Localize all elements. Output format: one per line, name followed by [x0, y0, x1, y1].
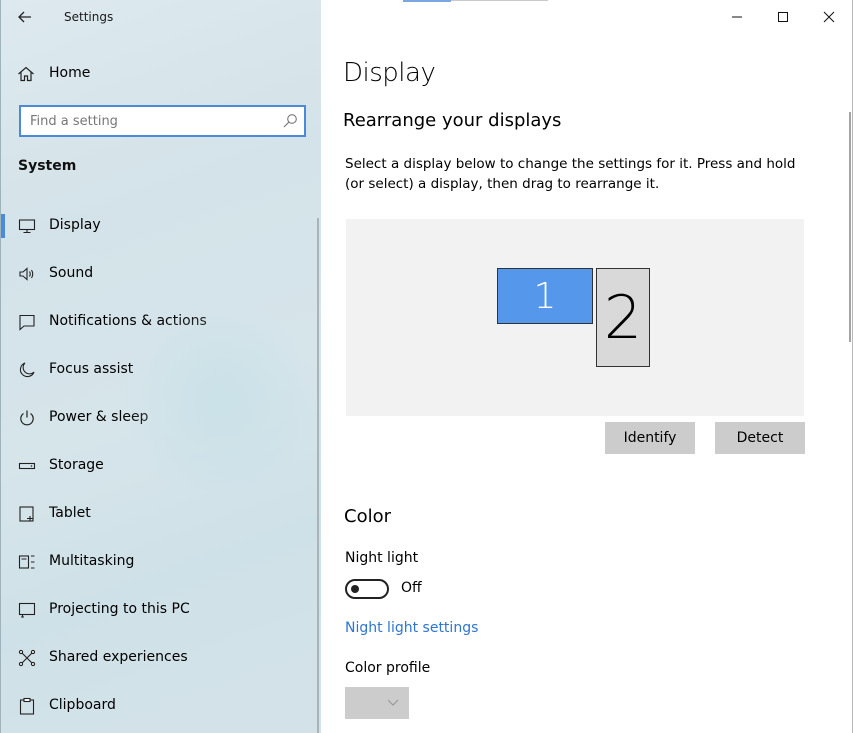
- color-section-title: Color: [344, 506, 391, 527]
- storage-icon: [18, 462, 36, 470]
- moon-icon: [19, 362, 35, 378]
- monitor-2[interactable]: 2: [596, 268, 650, 367]
- maximize-icon: [778, 12, 788, 22]
- app-title: Settings: [64, 10, 114, 24]
- minimize-icon: [732, 16, 742, 18]
- rearrange-title: Rearrange your displays: [343, 110, 562, 131]
- main-content: Display Rearrange your displays Select a…: [321, 0, 853, 733]
- sidebar-item-label: Focus assist: [49, 361, 134, 377]
- sidebar-item-power-sleep[interactable]: Power & sleep: [1, 394, 317, 442]
- night-light-toggle[interactable]: [345, 579, 389, 599]
- night-light-settings-link[interactable]: Night light settings: [345, 620, 478, 636]
- search-box[interactable]: [19, 105, 306, 137]
- maximize-button[interactable]: [760, 0, 806, 34]
- minimize-button[interactable]: [714, 0, 760, 34]
- close-icon: [823, 11, 835, 23]
- sidebar-item-projecting[interactable]: Projecting to this PC: [1, 586, 317, 634]
- sidebar-item-multitasking[interactable]: Multitasking: [1, 538, 317, 586]
- shared-icon: [18, 649, 36, 667]
- sidebar-item-display[interactable]: Display: [1, 202, 317, 250]
- rearrange-description: Select a display below to change the set…: [345, 156, 796, 192]
- monitor-1[interactable]: 1: [497, 268, 593, 324]
- titlebar-left: Settings: [1, 0, 322, 36]
- night-light-label: Night light: [345, 550, 419, 566]
- display-arrangement-area[interactable]: 1 2: [346, 219, 804, 416]
- sidebar-scrollbar[interactable]: [317, 218, 319, 733]
- sidebar-item-storage[interactable]: Storage: [1, 442, 317, 490]
- chevron-down-icon: [387, 699, 399, 706]
- night-light-state: Off: [401, 580, 422, 596]
- sidebar-item-label: Projecting to this PC: [49, 601, 190, 617]
- home-icon: [18, 66, 34, 82]
- sidebar-nav: Display Sound Notifications & actions Fo…: [1, 202, 317, 730]
- sidebar-item-label: Multitasking: [49, 553, 135, 569]
- sidebar-item-label: Tablet: [49, 505, 91, 521]
- search-input[interactable]: [21, 107, 271, 135]
- toggle-knob: [351, 585, 359, 593]
- sidebar-item-label: Sound: [49, 265, 94, 281]
- search-icon[interactable]: [282, 113, 298, 129]
- sidebar-item-shared-experiences[interactable]: Shared experiences: [1, 634, 317, 682]
- monitor-icon: [18, 219, 36, 234]
- sidebar-item-home[interactable]: Home: [1, 56, 321, 92]
- identify-button[interactable]: Identify: [605, 422, 695, 454]
- power-icon: [20, 410, 34, 426]
- back-arrow-icon: [18, 11, 31, 23]
- page-title: Display: [343, 58, 436, 88]
- sidebar-item-label: Display: [49, 217, 101, 233]
- sidebar-item-clipboard[interactable]: Clipboard: [1, 682, 317, 730]
- sidebar-item-focus-assist[interactable]: Focus assist: [1, 346, 317, 394]
- back-button[interactable]: [11, 4, 39, 30]
- sidebar-item-label: Shared experiences: [49, 649, 188, 665]
- window-controls: [714, 0, 852, 34]
- sidebar: Settings Home System Display: [0, 0, 321, 733]
- sidebar-item-sound[interactable]: Sound: [1, 250, 317, 298]
- clipboard-icon: [19, 697, 35, 715]
- projector-icon: [18, 602, 36, 618]
- notification-icon: [19, 314, 35, 331]
- main-scrollbar[interactable]: [849, 112, 851, 342]
- sidebar-item-notifications[interactable]: Notifications & actions: [1, 298, 317, 346]
- sidebar-item-label: Storage: [49, 457, 104, 473]
- sidebar-item-label: Notifications & actions: [49, 313, 207, 329]
- color-profile-label: Color profile: [345, 660, 431, 676]
- section-title: System: [18, 158, 77, 174]
- active-indicator: [1, 214, 5, 238]
- detect-button[interactable]: Detect: [715, 422, 805, 454]
- sidebar-item-label: Power & sleep: [49, 409, 149, 425]
- tablet-icon: [19, 506, 34, 522]
- top-divider-line: [451, 0, 548, 1]
- top-accent-line: [403, 0, 451, 2]
- sidebar-item-label: Home: [49, 65, 91, 81]
- multitasking-icon: [18, 555, 35, 569]
- speaker-icon: [19, 267, 34, 281]
- close-button[interactable]: [806, 0, 852, 34]
- color-profile-dropdown[interactable]: [345, 687, 409, 719]
- sidebar-item-label: Clipboard: [49, 697, 116, 713]
- sidebar-item-tablet[interactable]: Tablet: [1, 490, 317, 538]
